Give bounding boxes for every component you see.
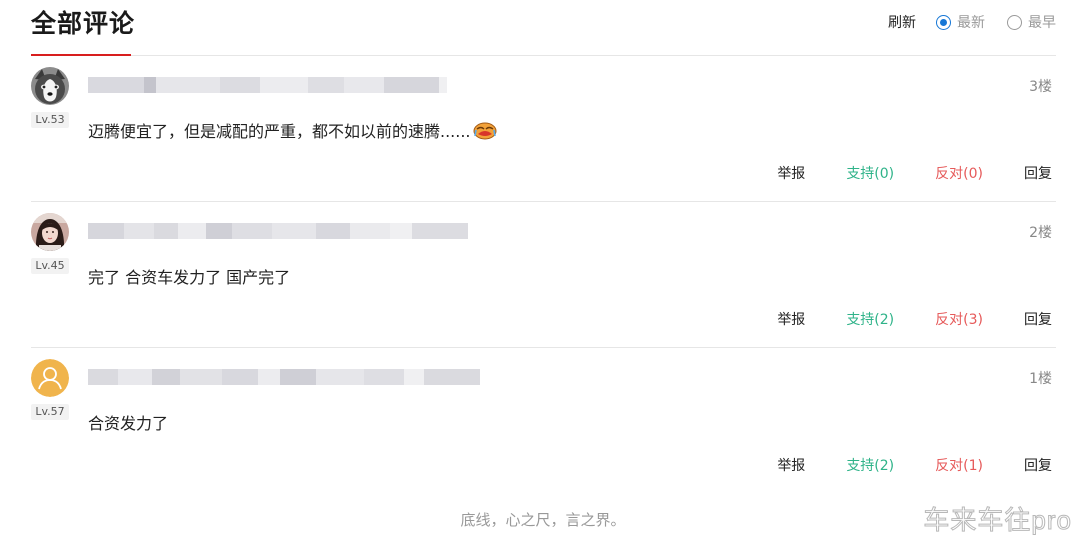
username-blurred[interactable] xyxy=(88,369,480,385)
comment-actions: 举报 支持(0) 反对(0) 回复 xyxy=(777,163,1052,183)
sort-newest-option[interactable]: 最新 xyxy=(936,12,985,32)
user-level-badge: Lv.57 xyxy=(31,404,69,420)
comment-actions: 举报 支持(2) 反对(1) 回复 xyxy=(777,455,1052,475)
floor-number: 2楼 xyxy=(1029,225,1052,241)
comment-item: Lv.45 2楼 完了 合资车发力了 国产完了 举报 支持(2) 反对(3) 回… xyxy=(31,202,1056,348)
watermark: 车来车往pro xyxy=(923,505,1072,536)
comment-actions: 举报 支持(2) 反对(3) 回复 xyxy=(777,309,1052,329)
husky-dog-avatar-icon xyxy=(31,67,69,105)
comments-header: 全部评论 刷新 最新 最早 xyxy=(31,0,1056,56)
avatar[interactable] xyxy=(31,359,69,397)
crying-face-icon xyxy=(473,120,497,140)
oppose-button[interactable]: 反对(1) xyxy=(935,455,983,475)
sort-oldest-option[interactable]: 最早 xyxy=(1007,12,1056,32)
report-button[interactable]: 举报 xyxy=(777,455,805,475)
comment-text: 迈腾便宜了，但是减配的严重，都不如以前的速腾...... xyxy=(88,122,471,141)
floor-number: 3楼 xyxy=(1029,79,1052,95)
girl-photo-avatar-icon xyxy=(31,213,69,251)
comment-text: 完了 合资车发力了 国产完了 xyxy=(88,268,291,287)
support-button[interactable]: 支持(2) xyxy=(846,455,894,475)
user-level-badge: Lv.53 xyxy=(31,112,69,128)
sort-newest-radio[interactable] xyxy=(936,14,951,30)
report-button[interactable]: 举报 xyxy=(777,309,805,329)
comment-content: 合资发力了 xyxy=(88,410,168,434)
reply-button[interactable]: 回复 xyxy=(1024,163,1052,183)
default-user-avatar-icon xyxy=(31,359,69,397)
comment-content: 完了 合资车发力了 国产完了 xyxy=(88,264,290,288)
comment-text: 合资发力了 xyxy=(88,414,169,433)
avatar[interactable] xyxy=(31,213,69,251)
report-button[interactable]: 举报 xyxy=(777,163,805,183)
page-title: 全部评论 xyxy=(31,9,136,38)
sort-controls: 刷新 最新 最早 xyxy=(888,12,1056,32)
username-blurred[interactable] xyxy=(88,223,468,239)
sort-newest-label: 最新 xyxy=(957,15,985,31)
support-button[interactable]: 支持(0) xyxy=(846,163,894,183)
comment-content: 迈腾便宜了，但是减配的严重，都不如以前的速腾...... xyxy=(88,118,497,142)
oppose-button[interactable]: 反对(0) xyxy=(935,163,983,183)
oppose-button[interactable]: 反对(3) xyxy=(935,309,983,329)
comment-item: Lv.57 1楼 合资发力了 举报 支持(2) 反对(1) 回复 xyxy=(31,348,1056,494)
reply-button[interactable]: 回复 xyxy=(1024,455,1052,475)
sort-oldest-radio[interactable] xyxy=(1007,14,1022,30)
reply-button[interactable]: 回复 xyxy=(1024,309,1052,329)
username-blurred[interactable] xyxy=(88,77,447,93)
sort-oldest-label: 最早 xyxy=(1028,15,1056,31)
refresh-button[interactable]: 刷新 xyxy=(888,12,916,32)
support-button[interactable]: 支持(2) xyxy=(846,309,894,329)
floor-number: 1楼 xyxy=(1029,371,1052,387)
comment-item: Lv.53 3楼 迈腾便宜了，但是减配的严重，都不如以前的速腾...... 举报… xyxy=(31,56,1056,202)
user-level-badge: Lv.45 xyxy=(31,258,69,274)
avatar[interactable] xyxy=(31,67,69,105)
